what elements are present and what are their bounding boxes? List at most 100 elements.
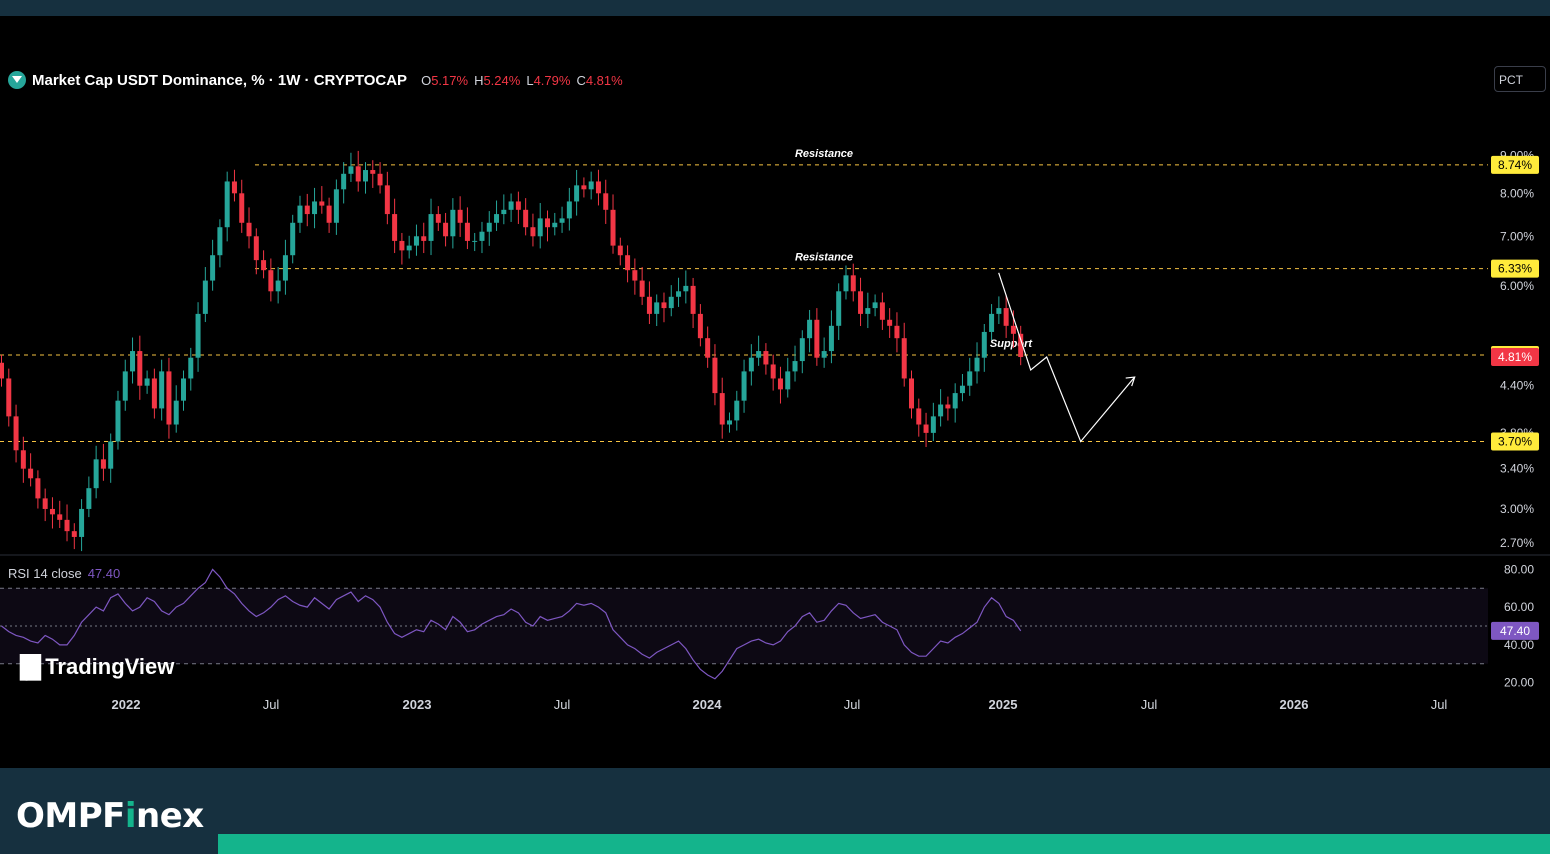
candle-body bbox=[566, 201, 572, 219]
candle-body bbox=[151, 378, 157, 409]
candle-body bbox=[625, 255, 631, 271]
candle-body bbox=[195, 313, 201, 358]
x-tick-label: Jul bbox=[1141, 697, 1158, 712]
pct-scale-button[interactable]: PCT bbox=[1494, 66, 1546, 92]
candle-body bbox=[727, 420, 732, 425]
ohlc-high-value: 5.24% bbox=[483, 72, 521, 88]
candle-body bbox=[996, 308, 1002, 314]
x-tick-label: 2023 bbox=[403, 697, 432, 712]
ohlc-high-key: H bbox=[474, 72, 484, 88]
candle-body bbox=[0, 362, 4, 379]
candle-body bbox=[494, 214, 500, 223]
candle-body bbox=[282, 255, 288, 281]
candle-body bbox=[93, 459, 99, 489]
level-label: Resistance bbox=[795, 148, 853, 160]
candle-body bbox=[159, 371, 165, 409]
candle-body bbox=[384, 185, 390, 215]
candle-body bbox=[464, 222, 470, 241]
candle-body bbox=[100, 459, 106, 469]
level-label: Support bbox=[990, 338, 1033, 350]
candle-body bbox=[501, 209, 507, 215]
ohlc-open-value: 5.17% bbox=[431, 72, 469, 88]
rsi-band bbox=[0, 588, 1488, 664]
candle-body bbox=[705, 338, 711, 358]
x-tick-label: Jul bbox=[263, 697, 280, 712]
candle-body bbox=[603, 193, 609, 210]
candle-body bbox=[166, 371, 172, 425]
candle-body bbox=[479, 231, 485, 241]
last-price-label: 4.81% bbox=[1498, 350, 1532, 364]
candle-body bbox=[909, 378, 914, 409]
candle-body bbox=[333, 189, 339, 223]
candle-body bbox=[748, 357, 754, 372]
candle-body bbox=[246, 222, 252, 237]
candle-body bbox=[938, 404, 944, 417]
candle-body bbox=[916, 408, 922, 425]
candle-body bbox=[639, 280, 645, 297]
candle-body bbox=[377, 173, 383, 186]
price-tag-label: 3.70% bbox=[1498, 434, 1532, 448]
x-tick-label: Jul bbox=[844, 697, 861, 712]
candle-body bbox=[741, 371, 747, 401]
candle-body bbox=[42, 498, 48, 509]
x-tick-label: 2026 bbox=[1280, 697, 1309, 712]
chart-legend: Market Cap USDT Dominance, % · 1W · CRYP… bbox=[8, 71, 623, 89]
candle-body bbox=[595, 181, 601, 194]
candle-body bbox=[49, 508, 55, 515]
candle-body bbox=[865, 308, 871, 314]
candle-body bbox=[363, 170, 368, 182]
candle-body bbox=[610, 209, 616, 246]
candle-body bbox=[406, 245, 412, 251]
rsi-legend[interactable]: RSI 14 close 47.40 bbox=[8, 566, 120, 581]
symbol-title[interactable]: Market Cap USDT Dominance, % · 1W · CRYP… bbox=[32, 72, 407, 89]
candle-body bbox=[858, 291, 864, 314]
candle-body bbox=[581, 185, 587, 190]
y-tick-label: 3.00% bbox=[1500, 502, 1534, 516]
candle-body bbox=[326, 205, 332, 223]
candle-body bbox=[413, 236, 419, 246]
rsi-value: 47.40 bbox=[87, 566, 121, 581]
candle-body bbox=[989, 313, 995, 332]
projection-path bbox=[998, 272, 1136, 443]
candle-body bbox=[486, 222, 492, 232]
candle-body bbox=[508, 201, 514, 210]
candle-body bbox=[981, 331, 987, 358]
candle-body bbox=[763, 351, 769, 365]
candle-body bbox=[515, 201, 521, 210]
candle-body bbox=[756, 351, 762, 358]
candle-body bbox=[115, 400, 121, 442]
rsi-tick-label: 40.00 bbox=[1504, 638, 1534, 652]
candle-body bbox=[210, 255, 216, 281]
candle-body bbox=[894, 325, 900, 339]
candle-body bbox=[348, 166, 354, 174]
tradingview-watermark-text: TradingView bbox=[45, 654, 175, 679]
y-tick-label: 6.00% bbox=[1500, 279, 1534, 293]
candle-body bbox=[814, 319, 820, 358]
candle-body bbox=[428, 214, 434, 241]
rsi-tick-label: 80.00 bbox=[1504, 562, 1534, 576]
candle-body bbox=[887, 319, 893, 326]
candle-body bbox=[974, 357, 980, 372]
candle-body bbox=[224, 181, 230, 228]
candle-body bbox=[588, 181, 594, 190]
candle-body bbox=[79, 508, 85, 537]
ohlc-close-key: C bbox=[576, 72, 586, 88]
ohlc-low-value: 4.79% bbox=[533, 72, 571, 88]
candle-body bbox=[785, 371, 791, 390]
candle-body bbox=[392, 214, 398, 241]
candle-body bbox=[297, 205, 303, 223]
candle-body bbox=[901, 338, 907, 379]
candle-body bbox=[28, 468, 34, 479]
candle-body bbox=[879, 302, 885, 320]
x-tick-label: Jul bbox=[554, 697, 571, 712]
candle-body bbox=[777, 378, 783, 390]
candle-body bbox=[355, 166, 361, 182]
candle-body bbox=[435, 214, 441, 223]
candle-body bbox=[421, 236, 427, 241]
candle-body bbox=[574, 185, 580, 202]
price-chart[interactable]: ResistanceResistanceSupport 9.00%8.00%7.… bbox=[0, 0, 1550, 768]
tradingview-logo-icon: ▐█ bbox=[12, 654, 41, 679]
footer-accent-strip bbox=[218, 834, 1550, 854]
candle-body bbox=[690, 285, 696, 314]
candle-body bbox=[450, 209, 456, 237]
